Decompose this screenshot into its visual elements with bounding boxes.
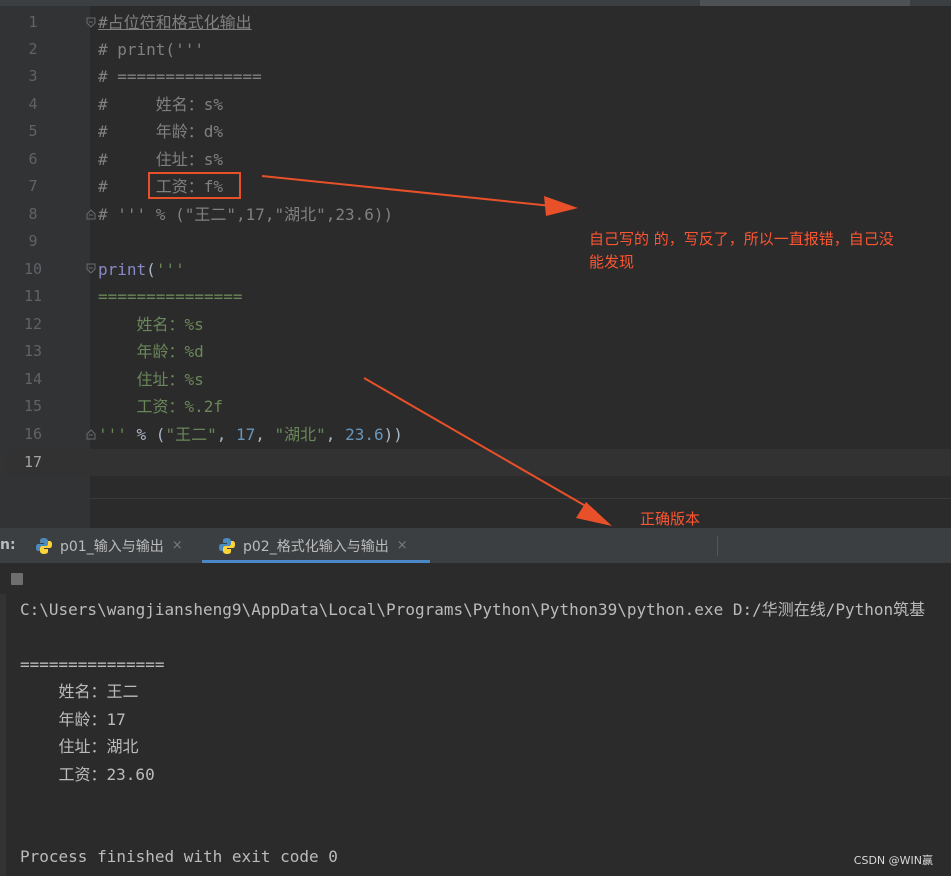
- line-number: 14: [23, 370, 43, 388]
- line-number: 10: [23, 260, 43, 278]
- editor-bottom-divider: [90, 498, 951, 499]
- line-number: 6: [28, 150, 38, 168]
- code-line-15: 工资：%.2f: [98, 397, 224, 416]
- string-arg: "王二": [165, 425, 217, 444]
- string-end: ''': [98, 425, 127, 444]
- run-console[interactable]: C:\Users\wangjiansheng9\AppData\Local\Pr…: [0, 594, 951, 876]
- highlight-box: [148, 172, 241, 199]
- number-arg: 17: [235, 425, 256, 444]
- code-line-14: 住址：%s: [98, 370, 204, 389]
- line-number: 3: [28, 67, 38, 85]
- annotation-line: 能发现: [589, 253, 635, 271]
- line-number: 1: [28, 13, 38, 31]
- console-left-strip: [0, 594, 6, 876]
- line-number: 9: [28, 232, 38, 250]
- tab-label: p01_输入与输出: [60, 538, 164, 555]
- line-number: 5: [28, 122, 38, 140]
- line-number: 13: [23, 342, 43, 360]
- console-output-line: 姓名：王二: [20, 682, 139, 701]
- tab-label: p02_格式化输入与输出: [243, 538, 389, 555]
- code-line-6: # 住址：s%: [98, 150, 224, 169]
- code-line-13: 年龄：%d: [98, 342, 204, 361]
- print-keyword: print: [98, 260, 147, 279]
- format-operator: % (: [126, 425, 166, 444]
- string-arg: "湖北": [274, 425, 326, 444]
- console-output-line: 年龄：17: [20, 710, 126, 729]
- toolbar-separator: [717, 536, 718, 556]
- line-number: 7: [28, 177, 38, 195]
- console-exit-line: Process finished with exit code 0: [20, 847, 338, 866]
- watermark: CSDN @WIN赢: [853, 854, 933, 867]
- fold-open-icon[interactable]: [85, 17, 97, 29]
- code-line-8: # ''' % ("王二",17,"湖北",23.6)): [98, 205, 394, 224]
- fold-close-icon[interactable]: [85, 208, 97, 220]
- console-output-line: ===============: [20, 655, 165, 674]
- code-line-2: # print(''': [98, 40, 204, 59]
- close-icon[interactable]: ×: [172, 538, 183, 553]
- line-number: 11: [23, 287, 43, 305]
- line-number: 4: [28, 95, 38, 113]
- comma: ,: [255, 425, 275, 444]
- fold-open-icon[interactable]: [85, 263, 97, 275]
- code-line-1: #占位符和格式化输出: [98, 13, 252, 32]
- tab-p01[interactable]: p01_输入与输出 ×: [35, 528, 183, 563]
- code-line-4: # 姓名：s%: [98, 95, 224, 114]
- close-paren: )): [383, 425, 403, 444]
- tab-p02[interactable]: p02_格式化输入与输出 ×: [202, 528, 430, 563]
- code-line-10: print(''': [98, 256, 185, 283]
- python-file-icon: [36, 537, 52, 554]
- fold-close-icon[interactable]: [85, 428, 97, 440]
- comma: ,: [325, 425, 346, 444]
- line-number: 2: [28, 40, 38, 58]
- run-toolbar: [0, 564, 951, 594]
- paren: (: [146, 260, 156, 279]
- code-line-16: ''' % ("王二", 17, "湖北", 23.6)): [98, 421, 403, 448]
- annotation-note-1: 自己写的 的，写反了，所以一直报错，自己没 能发现: [589, 228, 894, 274]
- code-line-11: ===============: [98, 287, 243, 306]
- line-number-active: 17: [23, 453, 43, 471]
- stop-icon[interactable]: [11, 573, 23, 585]
- line-number: 16: [23, 425, 43, 443]
- console-output-line: 工资：23.60: [20, 765, 155, 784]
- run-label: n:: [0, 537, 16, 553]
- close-icon[interactable]: ×: [397, 538, 408, 553]
- run-tool-window-header: n: p01_输入与输出 × p02_格式化输入与输出 ×: [0, 528, 951, 564]
- current-line-highlight: [6, 449, 951, 476]
- code-line-3: # ===============: [98, 67, 262, 86]
- line-number: 12: [23, 315, 43, 333]
- string-start: ''': [155, 260, 185, 279]
- code-line-12: 姓名：%s: [98, 315, 204, 334]
- console-output-line: 住址：湖北: [20, 737, 139, 756]
- number-arg: 23.6: [345, 425, 384, 444]
- annotation-line: 自己写的 的，写反了，所以一直报错，自己没: [589, 230, 894, 248]
- line-number: 15: [23, 397, 43, 415]
- python-file-icon: [219, 537, 235, 554]
- comma: ,: [216, 425, 236, 444]
- console-command-line: C:\Users\wangjiansheng9\AppData\Local\Pr…: [20, 600, 926, 619]
- code-line-5: # 年龄：d%: [98, 122, 224, 141]
- line-number: 8: [28, 205, 38, 223]
